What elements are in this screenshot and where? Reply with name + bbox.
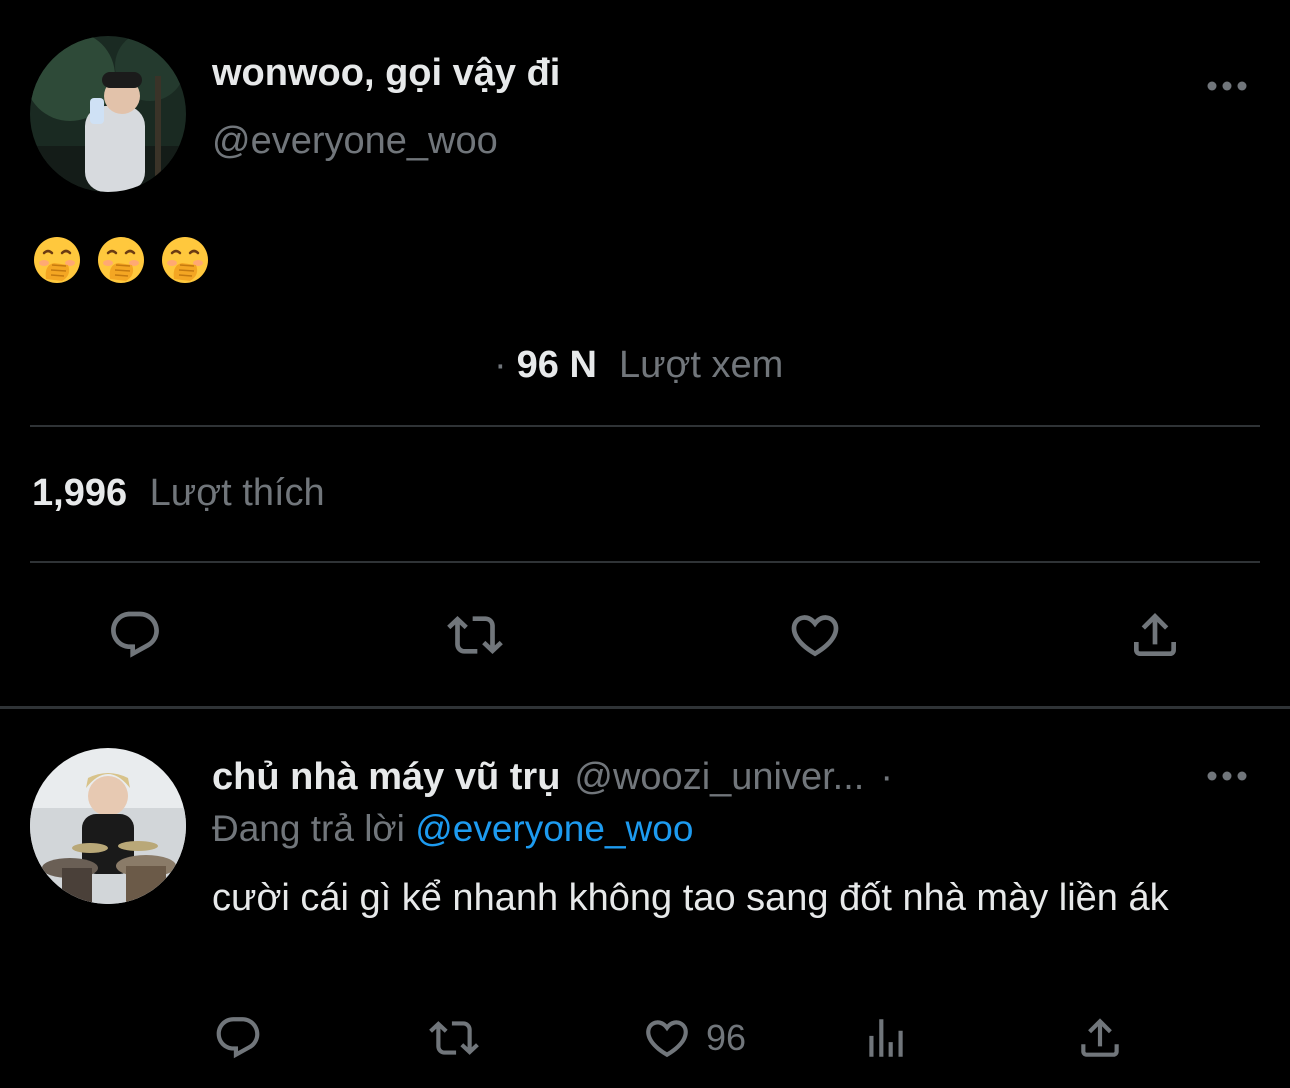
reply-separator: · <box>880 756 893 798</box>
reply-more-options-icon[interactable] <box>1200 760 1254 792</box>
like-button[interactable] <box>780 600 850 670</box>
reply-button[interactable] <box>100 600 170 670</box>
more-options-icon[interactable] <box>1200 70 1254 102</box>
share-icon <box>1081 1018 1119 1057</box>
heart-icon <box>646 1020 688 1058</box>
face-with-hand-over-mouth-icon <box>98 237 144 283</box>
likes-stat[interactable]: 1,996 Lượt thích <box>32 472 325 515</box>
reply-author-handle[interactable]: @woozi_univer... <box>574 756 864 799</box>
likes-label: Lượt thích <box>149 472 325 514</box>
retweet-button[interactable] <box>440 600 510 670</box>
analytics-icon <box>869 1019 903 1057</box>
views-label[interactable]: Lượt xem <box>619 344 783 387</box>
reply-like-button[interactable]: 96 <box>642 1008 746 1068</box>
divider <box>30 561 1260 563</box>
author-display-name[interactable]: wonwoo, gọi vậy đi <box>212 52 560 95</box>
reply-share-button[interactable] <box>1070 1008 1130 1068</box>
replying-to: Đang trả lời @everyone_woo <box>212 808 693 850</box>
reply-icon <box>111 611 159 658</box>
reply-author-display-name[interactable]: chủ nhà máy vũ trụ <box>212 756 560 799</box>
reply-retweet-button[interactable] <box>424 1008 484 1068</box>
section-divider <box>0 706 1290 709</box>
reply-analytics-button[interactable] <box>856 1008 916 1068</box>
heart-icon <box>791 615 839 657</box>
tweet-text <box>32 235 210 285</box>
divider <box>30 425 1260 427</box>
meta-separator: · <box>494 344 507 386</box>
views-count[interactable]: 96 N <box>517 344 597 387</box>
replying-to-mention[interactable]: @everyone_woo <box>415 808 693 849</box>
likes-count: 1,996 <box>32 472 128 514</box>
reply-author-avatar[interactable] <box>30 748 186 904</box>
share-icon <box>1134 613 1176 656</box>
face-with-hand-over-mouth-icon <box>34 237 80 283</box>
reply-like-count: 96 <box>706 1017 747 1058</box>
reply-text: cười cái gì kể nhanh không tao sang đốt … <box>212 877 1169 919</box>
avatar-photo <box>30 36 186 192</box>
tweet-meta: · 96 N Lượt xem <box>494 344 783 387</box>
face-with-hand-over-mouth-icon <box>162 237 208 283</box>
reply-icon <box>216 1017 260 1059</box>
avatar-photo <box>30 748 186 904</box>
retweet-icon <box>429 1021 479 1055</box>
author-handle[interactable]: @everyone_woo <box>212 120 498 163</box>
author-avatar[interactable] <box>30 36 186 192</box>
reply-reply-button[interactable] <box>208 1008 268 1068</box>
reply-header: chủ nhà máy vũ trụ @woozi_univer... · <box>212 756 893 799</box>
replying-to-label: Đang trả lời <box>212 808 405 849</box>
retweet-icon <box>447 616 503 654</box>
share-button[interactable] <box>1120 600 1190 670</box>
